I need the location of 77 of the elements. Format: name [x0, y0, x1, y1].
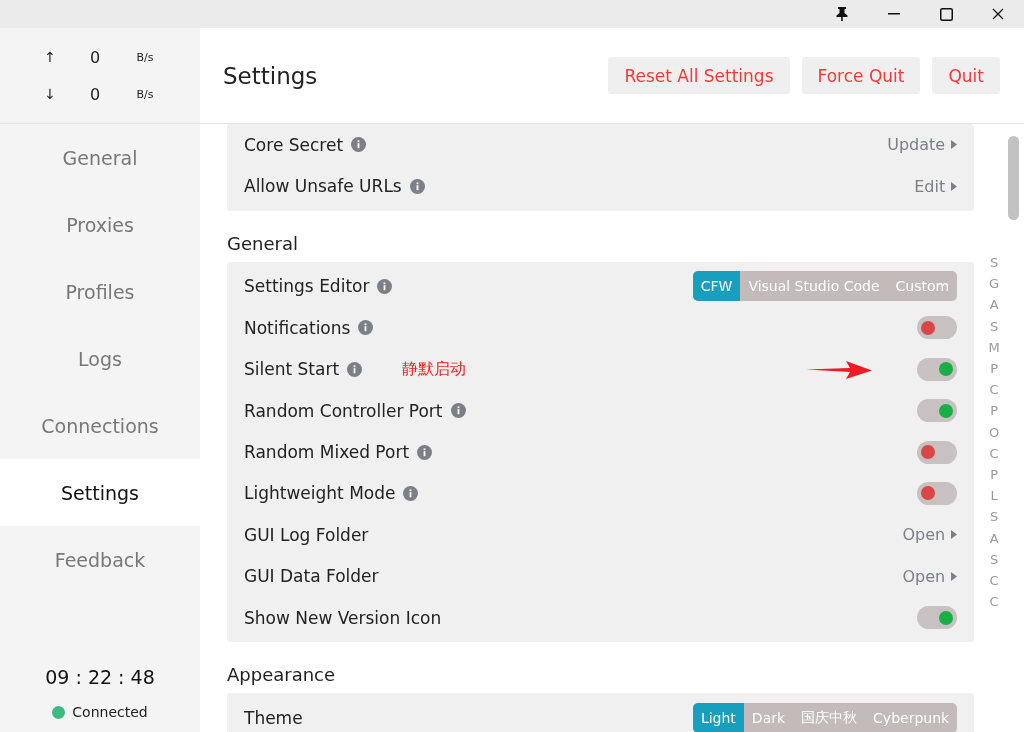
traffic-unit: B/s — [136, 87, 154, 101]
maximize-icon — [939, 7, 953, 21]
traffic-arrow: ↓ — [44, 86, 56, 102]
status-label: Connected — [72, 704, 148, 720]
index-letter[interactable]: S — [989, 548, 999, 571]
minimize-icon — [888, 13, 900, 15]
toggle-switch[interactable] — [917, 440, 958, 464]
sidebar-item[interactable]: Feedback — [0, 526, 200, 593]
index-letter[interactable]: A — [989, 294, 999, 316]
index-letter[interactable]: P — [990, 358, 998, 380]
caret-icon — [951, 140, 958, 150]
action-link[interactable]: Update — [887, 135, 958, 155]
index-letter[interactable]: A — [989, 527, 999, 549]
setting-label: Notifications — [244, 317, 351, 338]
index-letter[interactable]: C — [989, 379, 999, 401]
traffic-value: 0 — [89, 47, 101, 67]
caret-icon — [951, 181, 958, 191]
scrollbar-thumb[interactable] — [1008, 136, 1020, 220]
page-title: Settings — [223, 62, 319, 89]
traffic-arrow: ↑ — [44, 49, 56, 65]
header-button[interactable]: Quit — [932, 57, 1000, 94]
toggle-switch[interactable] — [917, 399, 958, 423]
segment-button[interactable]: 国庆中秋 — [793, 703, 866, 732]
section-title: Appearance — [227, 663, 337, 688]
toggle-switch[interactable] — [917, 357, 958, 381]
setting-label: GUI Log Folder — [244, 524, 369, 545]
setting-label: Lightweight Mode — [244, 483, 396, 504]
index-letter[interactable]: M — [988, 336, 1000, 358]
index-letter[interactable]: O — [989, 421, 1000, 443]
clock: 09 : 22 : 48 — [45, 666, 155, 688]
segment-button[interactable]: Dark — [743, 703, 794, 732]
action-link[interactable]: Edit — [914, 176, 958, 196]
action-link[interactable]: Open — [902, 525, 958, 545]
traffic-value: 0 — [89, 84, 101, 104]
sidebar-item[interactable]: Profiles — [0, 258, 200, 325]
setting-label: Allow Unsafe URLs — [244, 176, 402, 197]
toggle-switch[interactable] — [917, 481, 958, 505]
index-letter[interactable]: S — [989, 506, 999, 528]
segment-button[interactable]: Visual Studio Code — [740, 271, 888, 302]
sidebar-item[interactable]: General — [0, 124, 200, 191]
index-letter[interactable]: S — [989, 315, 999, 337]
index-letter[interactable]: C — [989, 591, 999, 613]
action-link[interactable]: Open — [902, 566, 958, 586]
index-letter[interactable]: G — [989, 273, 1000, 295]
sidebar-item[interactable]: Proxies — [0, 191, 200, 258]
segment-button[interactable]: CFW — [692, 271, 741, 302]
sidebar-item[interactable]: Connections — [0, 392, 200, 459]
setting-label: Silent Start — [244, 359, 340, 380]
index-letter[interactable]: L — [990, 485, 998, 507]
sidebar-item[interactable]: Logs — [0, 325, 200, 392]
setting-label: Theme — [244, 708, 303, 728]
index-letter[interactable]: C — [989, 442, 999, 465]
close-icon — [992, 8, 1004, 20]
toggle-switch[interactable] — [917, 316, 958, 340]
toggle-switch[interactable] — [917, 606, 958, 630]
caret-icon — [951, 530, 958, 540]
header-button[interactable]: Reset All Settings — [608, 57, 790, 94]
segment-button[interactable]: Light — [692, 703, 744, 732]
setting-label: Show New Version Icon — [244, 607, 442, 628]
traffic-unit: B/s — [136, 50, 154, 64]
segment-button[interactable]: Cyberpunk — [865, 703, 958, 732]
segment-button[interactable]: Custom — [887, 271, 958, 302]
sidebar-item[interactable]: Settings — [0, 459, 200, 526]
annotation-text: 静默启动 — [402, 358, 467, 380]
index-letter[interactable]: C — [989, 570, 999, 592]
setting-label: Random Controller Port — [244, 400, 443, 421]
caret-icon — [951, 571, 958, 581]
section-title: General — [227, 231, 299, 256]
setting-label: GUI Data Folder — [244, 566, 379, 587]
setting-label: Core Secret — [244, 134, 344, 155]
index-letter[interactable]: S — [989, 252, 999, 274]
setting-label: Random Mixed Port — [244, 442, 410, 463]
index-letter[interactable]: P — [990, 464, 998, 486]
index-letter[interactable]: P — [990, 400, 998, 422]
setting-label: Settings Editor — [244, 276, 370, 297]
pin-icon — [836, 7, 848, 21]
header-button[interactable]: Force Quit — [801, 57, 921, 94]
